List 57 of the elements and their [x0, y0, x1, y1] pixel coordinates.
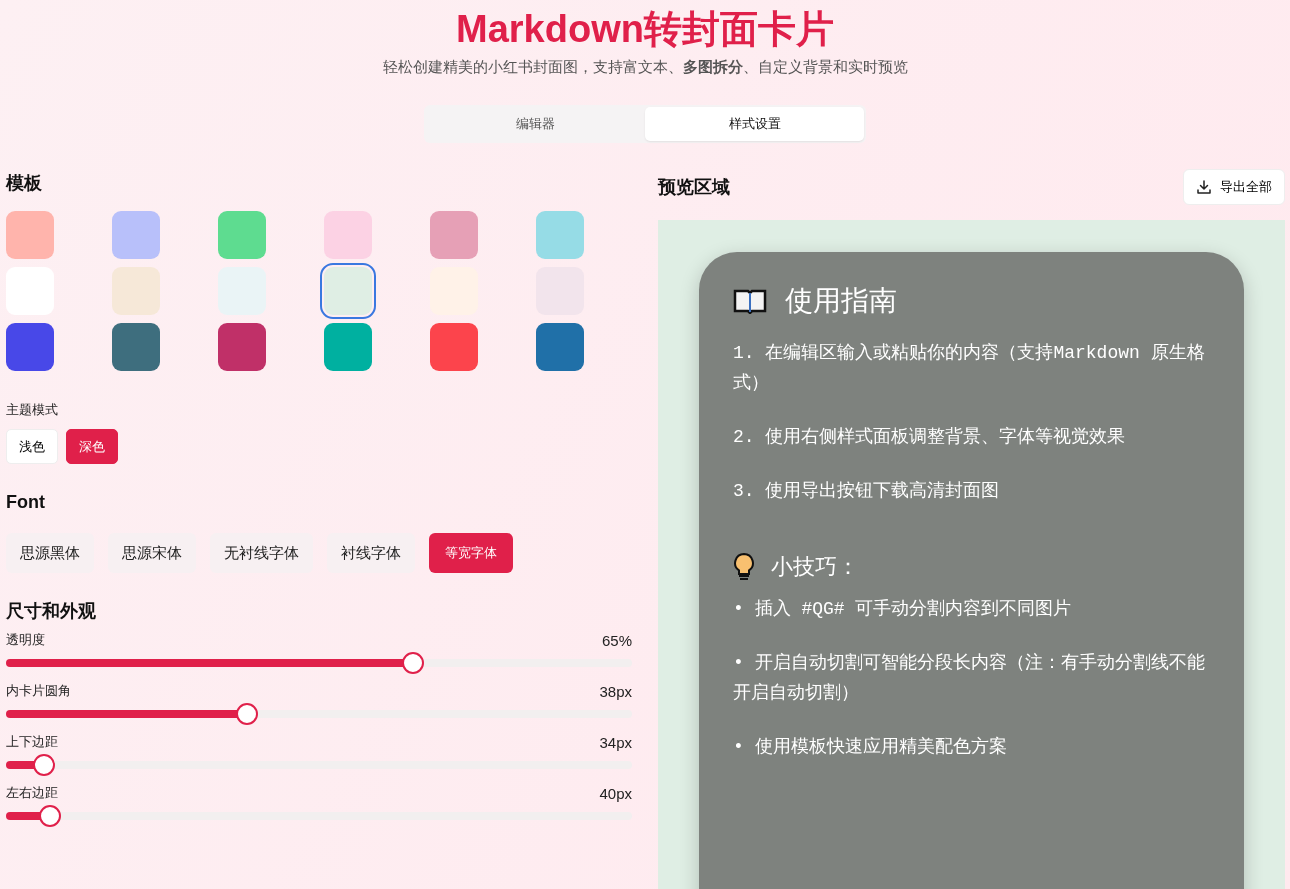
- card-step: 3. 使用导出按钮下载高清封面图: [733, 476, 1210, 506]
- template-swatch[interactable]: [324, 323, 372, 371]
- slider[interactable]: [6, 652, 632, 674]
- template-swatch[interactable]: [536, 323, 584, 371]
- slider[interactable]: [6, 703, 632, 725]
- card-step: 2. 使用右侧样式面板调整背景、字体等视觉效果: [733, 422, 1210, 452]
- section-heading: 尺寸和外观: [6, 600, 97, 623]
- card-tip: • 使用模板快速应用精美配色方案: [733, 735, 1008, 759]
- template-swatch[interactable]: [112, 211, 160, 259]
- section-heading: Font: [6, 492, 46, 513]
- template-swatch[interactable]: [430, 211, 478, 259]
- slider-value: 38px: [599, 683, 632, 700]
- lightbulb-icon: [733, 552, 755, 582]
- card-title: 使用指南: [785, 286, 897, 320]
- slider-value: 40px: [599, 785, 632, 802]
- font-option[interactable]: 等宽字体: [429, 533, 513, 573]
- template-swatch[interactable]: [324, 211, 372, 259]
- book-icon: [733, 288, 767, 314]
- template-swatch[interactable]: [536, 211, 584, 259]
- template-swatch[interactable]: [6, 211, 54, 259]
- card-subtitle: 小技巧：: [771, 555, 859, 582]
- theme-option[interactable]: 深色: [66, 429, 118, 464]
- card-tip: • 插入 #QG# 可手动分割内容到不同图片: [733, 598, 1073, 621]
- section-heading: 模板: [6, 172, 43, 195]
- download-icon: [1196, 179, 1212, 195]
- template-swatch[interactable]: [112, 323, 160, 371]
- slider-thumb[interactable]: [236, 703, 258, 725]
- slider-label: 内卡片圆角: [6, 682, 71, 700]
- template-swatch[interactable]: [218, 323, 266, 371]
- card-tip: • 开启自动切割可智能分段长内容（注：有手动分割线不能开启自动切割）: [733, 652, 1206, 705]
- template-swatch[interactable]: [112, 267, 160, 315]
- slider-value: 34px: [599, 734, 632, 751]
- slider-thumb[interactable]: [38, 805, 61, 827]
- font-option[interactable]: 思源黑体: [6, 533, 94, 573]
- tab[interactable]: 编辑器: [426, 107, 645, 141]
- font-option[interactable]: 无衬线字体: [210, 533, 313, 573]
- slider[interactable]: [6, 754, 632, 776]
- slider-thumb[interactable]: [32, 754, 55, 776]
- page-subtitle: 轻松创建精美的小红书封面图，支持富文本、多图拆分、自定义背景和实时预览: [382, 58, 908, 77]
- slider-label: 左右边距: [6, 784, 58, 802]
- font-option[interactable]: 思源宋体: [108, 533, 196, 573]
- section-heading: 预览区域: [658, 176, 730, 199]
- theme-option[interactable]: 浅色: [6, 429, 58, 464]
- slider-value: 65%: [601, 632, 632, 649]
- slider-thumb[interactable]: [401, 652, 424, 674]
- page-title: Markdown转封面卡片: [456, 7, 834, 52]
- template-swatch[interactable]: [430, 323, 478, 371]
- template-swatch[interactable]: [218, 211, 266, 259]
- slider-label: 透明度: [6, 631, 45, 649]
- export-button[interactable]: 导出全部: [1183, 169, 1285, 205]
- field-label: 主题模式: [6, 401, 59, 419]
- tab[interactable]: 样式设置: [645, 107, 864, 141]
- font-option[interactable]: 衬线字体: [327, 533, 415, 573]
- slider[interactable]: [6, 805, 632, 827]
- slider-label: 上下边距: [6, 733, 58, 751]
- card-step: 1. 在编辑区输入或粘贴你的内容（支持Markdown 原生格式）: [733, 338, 1210, 398]
- template-swatch[interactable]: [6, 323, 54, 371]
